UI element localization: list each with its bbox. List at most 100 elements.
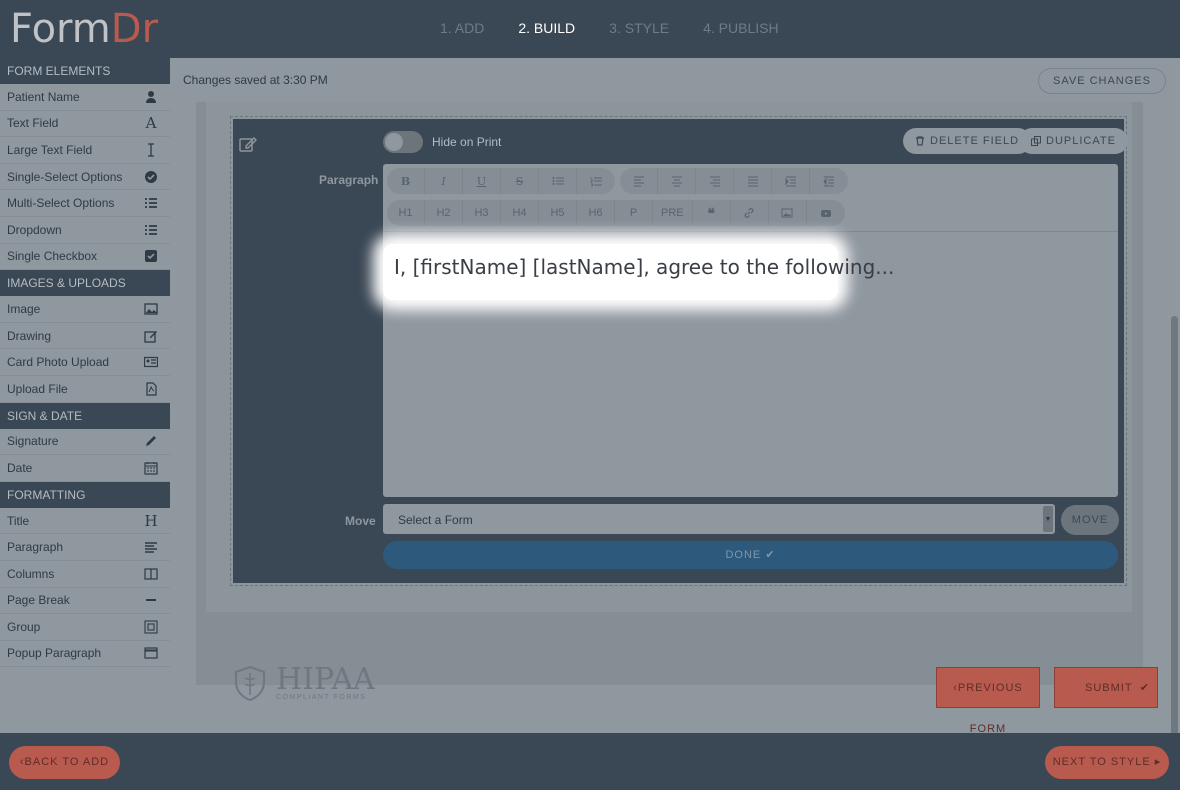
- move-button[interactable]: MOVE: [1061, 505, 1119, 535]
- link-icon[interactable]: [731, 200, 769, 226]
- sidebar-item-title[interactable]: Title H: [0, 508, 170, 535]
- sidebar-item-drawing[interactable]: Drawing: [0, 323, 170, 350]
- align-justify-icon[interactable]: [734, 168, 772, 194]
- sidebar-item-popup-paragraph[interactable]: Popup Paragraph: [0, 641, 170, 668]
- toolbar-row-2: H1 H2 H3 H4 H5 H6 P PRE ❝: [387, 200, 850, 226]
- toolbar-divider: [383, 231, 1118, 232]
- duplicate-button[interactable]: DUPLICATE: [1019, 128, 1128, 154]
- paragraph-button[interactable]: P: [615, 200, 653, 226]
- back-to-add-button[interactable]: ‹BACK TO ADD: [9, 746, 120, 779]
- alignment-group: [620, 168, 848, 194]
- sidebar-item-label: Popup Paragraph: [7, 646, 102, 661]
- sidebar-item-columns[interactable]: Columns: [0, 561, 170, 588]
- step-publish[interactable]: 4. PUBLISH: [703, 20, 778, 36]
- sidebar-item-card-photo-upload[interactable]: Card Photo Upload: [0, 349, 170, 376]
- toggle-knob: [385, 133, 403, 151]
- hipaa-title: HIPAA: [276, 661, 375, 697]
- scrollbar-thumb[interactable]: [1171, 316, 1178, 736]
- sidebar-item-page-break[interactable]: Page Break: [0, 588, 170, 615]
- step-style[interactable]: 3. STYLE: [609, 20, 669, 36]
- hipaa-logo: HIPAA COMPLIANT FORMS: [232, 661, 375, 702]
- window-icon: [144, 646, 158, 660]
- sidebar-item-label: Page Break: [7, 593, 70, 608]
- rich-text-editor: B I U S H1 H2 H3 H4 H5 H6 P PRE ❝ I, [fi…: [383, 164, 1118, 497]
- bold-icon[interactable]: B: [387, 168, 425, 194]
- select-value: Select a Form: [398, 513, 473, 527]
- sidebar-item-image[interactable]: Image: [0, 296, 170, 323]
- insert-image-icon[interactable]: [769, 200, 807, 226]
- submit-button[interactable]: SUBMIT ✔: [1054, 667, 1158, 708]
- sidebar-item-label: Title: [7, 513, 30, 528]
- bullet-list-icon[interactable]: [539, 168, 577, 194]
- align-right-icon[interactable]: [696, 168, 734, 194]
- formdr-logo[interactable]: FormDr: [10, 6, 158, 52]
- edit-icon[interactable]: [239, 135, 257, 153]
- heading4-button[interactable]: H4: [501, 200, 539, 226]
- sidebar-item-text-field[interactable]: Text Field A: [0, 111, 170, 138]
- sidebar-item-single-select[interactable]: Single-Select Options: [0, 164, 170, 191]
- pdf-file-icon: [144, 382, 158, 396]
- logo-text-form: Form: [10, 6, 111, 52]
- sidebar-item-paragraph[interactable]: Paragraph: [0, 534, 170, 561]
- previous-form-label: PREVIOUS FORM: [957, 682, 1023, 735]
- paragraph-content[interactable]: I, [firstName] [lastName], agree to the …: [394, 255, 894, 279]
- heading5-button[interactable]: H5: [539, 200, 577, 226]
- previous-form-button[interactable]: ‹PREVIOUS FORM: [936, 667, 1040, 735]
- align-left-icon: [144, 540, 158, 554]
- step-build[interactable]: 2. BUILD: [518, 20, 575, 36]
- heading6-button[interactable]: H6: [577, 200, 615, 226]
- delete-field-button[interactable]: DELETE FIELD: [903, 128, 1032, 154]
- heading1-button[interactable]: H1: [387, 200, 425, 226]
- save-status: Changes saved at 3:30 PM: [183, 73, 328, 87]
- outdent-icon[interactable]: [810, 168, 848, 194]
- sidebar-item-single-checkbox[interactable]: Single Checkbox: [0, 244, 170, 271]
- sidebar-item-label: Signature: [7, 434, 59, 449]
- quote-icon[interactable]: ❝: [693, 200, 731, 226]
- block-format-group: H1 H2 H3 H4 H5 H6 P PRE ❝: [387, 200, 845, 226]
- done-button[interactable]: DONE ✔: [383, 541, 1118, 569]
- underline-icon[interactable]: U: [463, 168, 501, 194]
- align-left-icon[interactable]: [620, 168, 658, 194]
- sidebar-item-dropdown[interactable]: Dropdown: [0, 217, 170, 244]
- group-icon: [144, 620, 158, 634]
- hide-on-print-toggle[interactable]: [383, 131, 423, 153]
- save-changes-button[interactable]: SAVE CHANGES: [1038, 68, 1166, 94]
- sidebar-item-label: Columns: [7, 566, 55, 581]
- numbered-list-icon[interactable]: [577, 168, 615, 194]
- move-form-select[interactable]: Select a Form ▼: [383, 504, 1055, 534]
- sidebar-item-group[interactable]: Group: [0, 614, 170, 641]
- checkbox-icon: [144, 249, 158, 263]
- caduceus-shield-icon: [232, 665, 268, 702]
- form-preview-area: Hide on Print DELETE FIELD DUPLICATE Par…: [196, 102, 1158, 735]
- delete-field-label: DELETE FIELD: [930, 135, 1020, 147]
- back-to-add-label: BACK TO ADD: [24, 756, 110, 768]
- copy-icon: [1031, 136, 1041, 146]
- check-icon: ✔: [1139, 682, 1150, 694]
- preformatted-button[interactable]: PRE: [653, 200, 693, 226]
- sidebar-item-label: Drawing: [7, 328, 52, 343]
- sidebar-item-signature[interactable]: Signature: [0, 429, 170, 456]
- sidebar-item-label: Single Checkbox: [7, 249, 98, 264]
- sidebar-item-date[interactable]: Date: [0, 455, 170, 482]
- sidebar-item-upload-file[interactable]: Upload File: [0, 376, 170, 403]
- duplicate-label: DUPLICATE: [1046, 135, 1116, 147]
- next-to-style-button[interactable]: NEXT TO STYLE ▸: [1045, 746, 1169, 779]
- id-card-icon: [144, 355, 158, 369]
- step-add[interactable]: 1. ADD: [440, 20, 484, 36]
- heading-h-icon: H: [144, 511, 158, 530]
- strikethrough-icon[interactable]: S: [501, 168, 539, 194]
- video-icon[interactable]: [807, 200, 845, 226]
- sidebar-item-label: Image: [7, 301, 41, 316]
- align-center-icon[interactable]: [658, 168, 696, 194]
- move-label: Move: [345, 514, 376, 528]
- caret-right-icon: ▸: [1154, 756, 1162, 768]
- heading2-button[interactable]: H2: [425, 200, 463, 226]
- sidebar-item-patient-name[interactable]: Patient Name: [0, 84, 170, 111]
- sidebar-item-large-text-field[interactable]: Large Text Field: [0, 137, 170, 164]
- indent-icon[interactable]: [772, 168, 810, 194]
- heading3-button[interactable]: H3: [463, 200, 501, 226]
- italic-icon[interactable]: I: [425, 168, 463, 194]
- scrollbar[interactable]: [1168, 106, 1180, 736]
- section-header-form-elements: FORM ELEMENTS: [0, 58, 170, 84]
- sidebar-item-multi-select[interactable]: Multi-Select Options: [0, 190, 170, 217]
